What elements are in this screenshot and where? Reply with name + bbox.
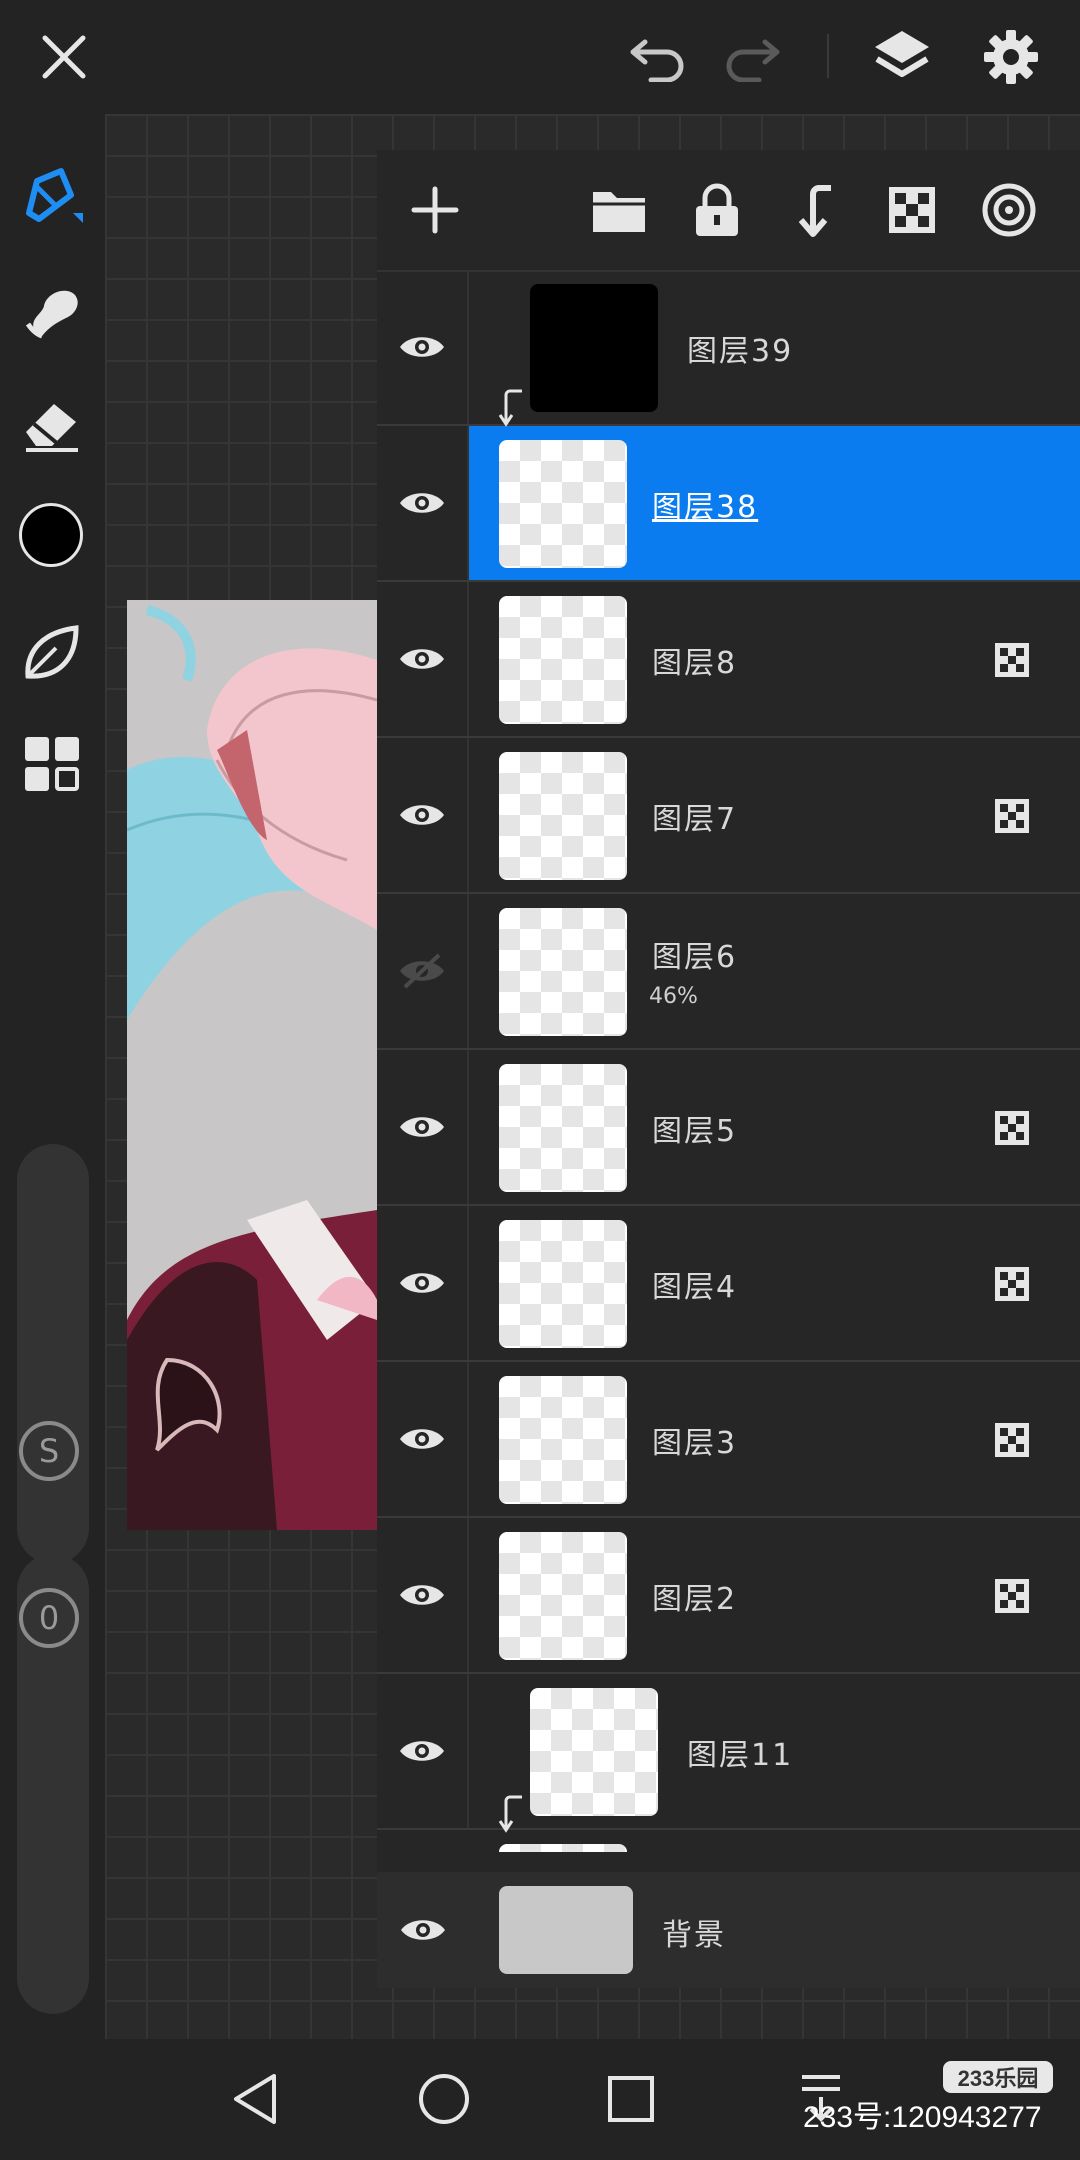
materials-icon[interactable] — [14, 726, 90, 802]
alpha-lock-icon[interactable] — [882, 180, 942, 240]
layer-name: 图层39 — [687, 334, 794, 369]
layer-row[interactable]: 图层39 — [377, 270, 1080, 426]
settings-icon[interactable] — [975, 22, 1047, 92]
add-layer-icon[interactable] — [407, 182, 463, 238]
layer-thumbnail — [530, 284, 658, 412]
layer-row[interactable]: 图层2 — [377, 1518, 1080, 1674]
folder-icon[interactable] — [589, 182, 649, 238]
layer-thumbnail — [499, 1376, 627, 1504]
visibility-toggle[interactable] — [377, 1050, 469, 1204]
clipping-mask-icon — [497, 1794, 525, 1834]
layer-name: 图层11 — [687, 1738, 794, 1773]
layer-row-partial[interactable] — [377, 1830, 1080, 1852]
layer-name: 图层5 — [652, 1114, 738, 1149]
layer-row[interactable]: 图层5 — [377, 1050, 1080, 1206]
home-icon[interactable] — [412, 2069, 476, 2129]
layer-row[interactable]: 图层8 — [377, 582, 1080, 738]
layer-row[interactable]: 图层4 — [377, 1206, 1080, 1362]
top-bar — [0, 0, 1080, 114]
alpha-lock-icon[interactable] — [994, 1578, 1030, 1614]
layer-panel: 图层39 图层38 图层8 图层7 图层6 46% 图层5 图层4 图层3 图层… — [377, 150, 1080, 1988]
brush-size-slider[interactable] — [17, 1144, 89, 1564]
visibility-toggle-hidden[interactable] — [377, 894, 469, 1048]
layer-name: 图层4 — [652, 1270, 738, 1305]
layer-row[interactable]: 图层11 — [377, 1674, 1080, 1833]
left-toolbar: S 0 — [0, 114, 105, 2039]
layer-thumbnail — [499, 440, 627, 568]
blend-icon[interactable] — [977, 178, 1041, 242]
visibility-toggle[interactable] — [377, 270, 469, 424]
layer-row[interactable]: 图层38 — [377, 389, 1080, 582]
merge-down-icon[interactable] — [787, 180, 843, 240]
layer-row[interactable]: 图层6 46% — [377, 894, 1080, 1050]
undo-icon[interactable] — [622, 25, 692, 89]
watermark-logo: 233乐园 — [943, 2061, 1053, 2093]
layer-name: 图层3 — [652, 1426, 738, 1461]
color-swatch[interactable] — [19, 503, 83, 567]
brush-tool-icon[interactable] — [14, 158, 90, 234]
clipping-mask-icon — [497, 388, 525, 428]
visibility-toggle[interactable] — [377, 1206, 469, 1360]
visibility-toggle[interactable] — [377, 1518, 469, 1672]
smudge-tool-icon[interactable] — [14, 272, 90, 348]
layer-thumbnail — [499, 1532, 627, 1660]
artwork-canvas[interactable] — [127, 600, 377, 1530]
layers-icon[interactable] — [866, 22, 938, 92]
alpha-lock-icon[interactable] — [994, 642, 1030, 678]
layer-thumbnail — [499, 596, 627, 724]
lock-icon[interactable] — [689, 180, 745, 240]
back-icon[interactable] — [225, 2069, 285, 2129]
layer-name: 图层38 — [652, 490, 759, 525]
layer-row[interactable]: 图层3 — [377, 1362, 1080, 1518]
alpha-lock-icon[interactable] — [994, 1110, 1030, 1146]
close-icon[interactable] — [28, 25, 100, 89]
layer-name: 图层8 — [652, 646, 738, 681]
opacity-button[interactable]: 0 — [19, 1588, 79, 1648]
visibility-toggle[interactable] — [377, 1362, 469, 1516]
background-layer-row[interactable]: 背景 — [377, 1872, 1080, 1988]
alpha-lock-icon[interactable] — [994, 798, 1030, 834]
visibility-toggle[interactable] — [377, 426, 469, 580]
recents-icon[interactable] — [601, 2069, 661, 2129]
layer-name: 图层6 — [652, 940, 738, 975]
size-button[interactable]: S — [19, 1421, 79, 1481]
layer-name: 背景 — [662, 1918, 726, 1953]
layer-panel-toolbar — [377, 150, 1080, 272]
visibility-toggle[interactable] — [377, 582, 469, 736]
layer-thumbnail — [499, 1220, 627, 1348]
toolbar-divider — [827, 34, 829, 78]
layer-thumbnail — [530, 1688, 658, 1816]
layer-name: 图层2 — [652, 1582, 738, 1617]
layer-thumbnail — [499, 752, 627, 880]
visibility-toggle[interactable] — [377, 1872, 469, 1988]
layer-thumbnail — [499, 1844, 627, 1852]
layer-row[interactable]: 图层7 — [377, 738, 1080, 894]
alpha-lock-icon[interactable] — [994, 1422, 1030, 1458]
redo-icon[interactable] — [718, 25, 788, 89]
alpha-lock-icon[interactable] — [994, 1266, 1030, 1302]
background-thumbnail — [499, 1886, 633, 1974]
layer-name: 图层7 — [652, 802, 738, 837]
layer-thumbnail — [499, 1064, 627, 1192]
watermark-id: 233号:120943277 — [803, 2101, 1042, 2134]
eraser-tool-icon[interactable] — [14, 386, 90, 462]
visibility-toggle[interactable] — [377, 1674, 469, 1828]
visibility-toggle[interactable] — [377, 738, 469, 892]
shape-tool-icon[interactable] — [14, 614, 90, 690]
layer-opacity: 46% — [649, 984, 698, 1009]
layer-thumbnail — [499, 908, 627, 1036]
